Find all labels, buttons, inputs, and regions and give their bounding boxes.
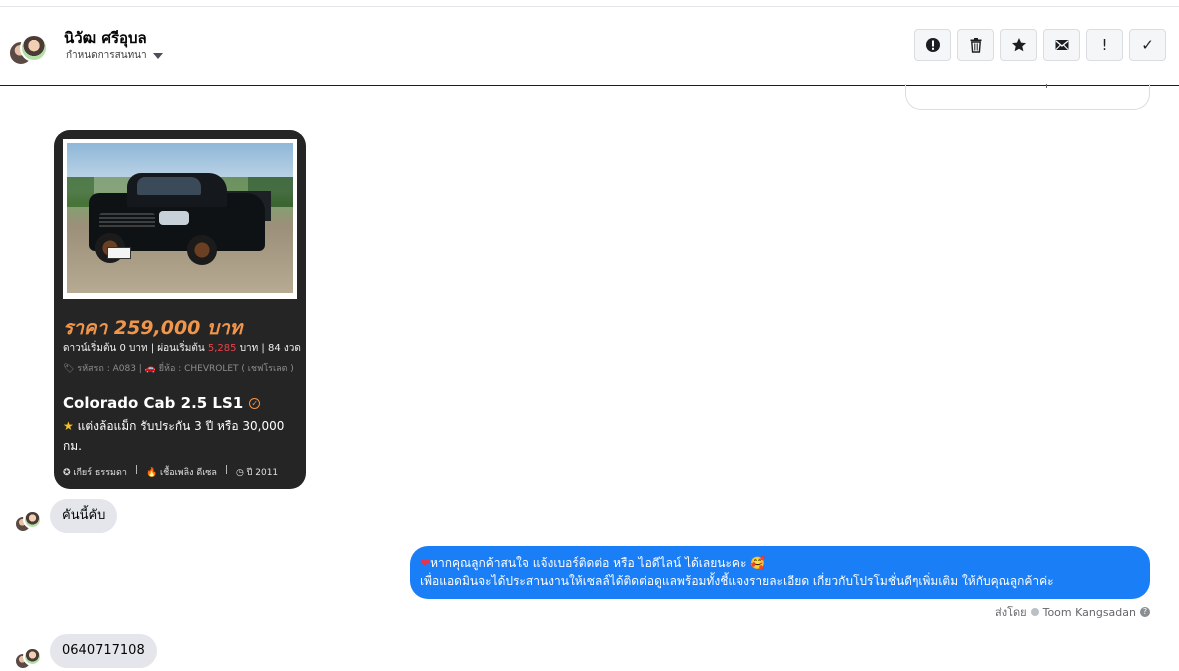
done-button[interactable]: ✓ xyxy=(1129,29,1166,61)
avatar-person-2 xyxy=(20,34,48,62)
incoming-phone-message[interactable]: 0640717108 xyxy=(50,634,157,668)
car-listing-card[interactable]: ราคา 259,000 บาท ดาวน์เริ่มต้น 0 บาท | ผ… xyxy=(54,130,306,489)
assign-conversation-dropdown[interactable]: กำหนดการสนทนา xyxy=(66,48,163,63)
spec-year: ◷ ปี 2011 xyxy=(235,468,279,478)
car-model: Colorado Cab 2.5 LS1 ✓ xyxy=(63,394,261,412)
contact-avatar[interactable] xyxy=(8,34,48,70)
sender-avatar[interactable] xyxy=(14,647,42,671)
sender-avatar[interactable] xyxy=(14,510,42,534)
car-photo xyxy=(67,143,293,293)
trash-icon xyxy=(970,38,981,53)
exclamation-icon: ! xyxy=(1101,36,1108,54)
spec-gear: ✪ เกียร์ ธรรมดา xyxy=(63,468,127,478)
agent-avatar-icon xyxy=(1030,608,1039,616)
conversation-header: นิวัฒ ศรีอุบล กำหนดการสนทนา ! ✓ xyxy=(0,7,1179,86)
assign-label: กำหนดการสนทนา xyxy=(66,50,147,61)
car-meta: 🏷 รหัสรถ : A083 | 🚗 ยี่ห้อ : CHEVROLET (… xyxy=(63,364,294,374)
car-feature: ★ แต่งล้อแม็ก รับประกัน 3 ปี หรือ 30,000… xyxy=(63,419,285,453)
outgoing-line-2: เพื่อแอดมินจะได้ประสานงานให้เซลล์ได้ติดต… xyxy=(420,574,1054,588)
contact-name[interactable]: นิวัฒ ศรีอุบล xyxy=(64,26,147,50)
star-icon xyxy=(1011,38,1026,52)
verified-icon: ✓ xyxy=(249,397,261,409)
incoming-message[interactable]: คันนี้คับ xyxy=(50,499,118,533)
header-toolbar: ! ✓ xyxy=(914,29,1166,61)
help-icon[interactable]: ? xyxy=(1140,607,1150,617)
car-payment-terms: ดาวน์เริ่มต้น 0 บาท | ผ่อนเริ่มต้น 5,285… xyxy=(63,343,301,354)
spec-fuel: 🔥 เชื้อเพลิง ดีเซล xyxy=(145,468,217,478)
delete-button[interactable] xyxy=(957,29,994,61)
outgoing-message[interactable]: ❤หากคุณลูกค้าสนใจ แจ้งเบอร์ติดต่อ หรือ ไ… xyxy=(410,546,1150,599)
check-icon: ✓ xyxy=(1141,36,1154,54)
alert-circle-icon xyxy=(925,38,940,52)
envelope-icon xyxy=(1055,40,1068,50)
outgoing-line-1: ❤หากคุณลูกค้าสนใจ แจ้งเบอร์ติดต่อ หรือ ไ… xyxy=(420,556,766,570)
star-icon: ★ xyxy=(63,419,74,433)
car-specs: ✪ เกียร์ ธรรมดา | 🔥 เชื้อเพลิง ดีเซล | ◷… xyxy=(63,465,279,478)
sent-by-info: ส่งโดย Toom Kangsadan ? xyxy=(995,603,1150,621)
mark-unread-button[interactable] xyxy=(1043,29,1080,61)
star-button[interactable] xyxy=(1000,29,1037,61)
heart-icon: ❤ xyxy=(420,556,431,570)
spam-button[interactable] xyxy=(914,29,951,61)
sent-by-name[interactable]: Toom Kangsadan xyxy=(1043,606,1136,619)
car-price: ราคา 259,000 บาท xyxy=(63,317,243,339)
caret-down-icon xyxy=(152,52,163,59)
car-photo-frame xyxy=(63,139,297,299)
previous-message-bubble xyxy=(905,84,1150,110)
priority-button[interactable]: ! xyxy=(1086,29,1123,61)
